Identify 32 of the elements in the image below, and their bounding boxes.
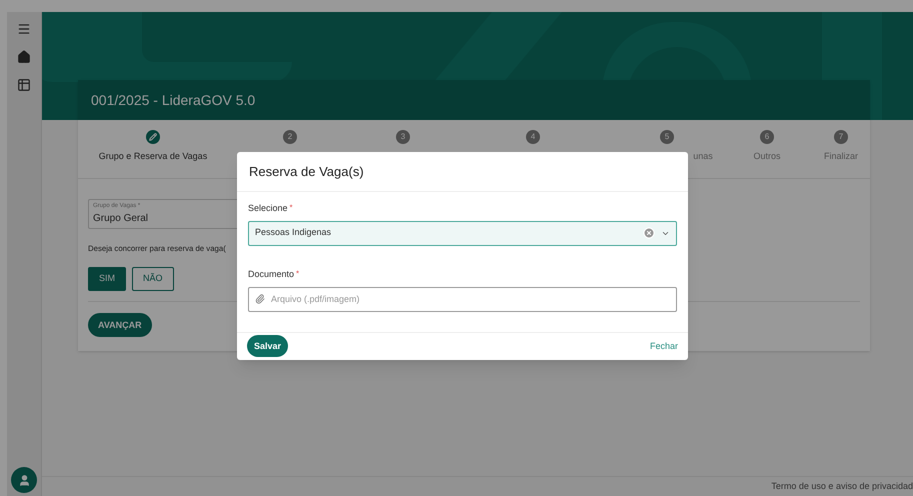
required-mark: * xyxy=(296,268,300,280)
step-number: 3 xyxy=(396,130,410,144)
step-label: Outros xyxy=(753,150,780,163)
step-number: 5 xyxy=(660,130,674,144)
close-link[interactable]: Fechar xyxy=(650,340,678,353)
step-number: 6 xyxy=(760,130,774,144)
step-number: 2 xyxy=(283,130,297,144)
required-mark: * xyxy=(290,202,293,214)
option-button[interactable]: SIM xyxy=(88,266,126,291)
select-label: Selecione xyxy=(248,202,288,215)
select-value: Pessoas Indigenas xyxy=(255,226,332,240)
save-button[interactable]: Salvar xyxy=(247,335,288,358)
step-label: Finalizar xyxy=(824,150,858,163)
user-avatar[interactable] xyxy=(11,467,37,493)
paperclip-icon xyxy=(255,294,265,304)
advance-button[interactable]: AVANÇAR xyxy=(88,313,152,338)
option-button[interactable]: NÃO xyxy=(132,266,174,291)
document-field[interactable]: Arquivo (.pdf/imagem) xyxy=(248,286,677,312)
document-label: Documento xyxy=(248,268,294,280)
card-title: 001/2025 - LideraGOV 5.0 xyxy=(91,90,256,110)
home-icon[interactable] xyxy=(17,50,31,64)
modal-title: Reserva de Vaga(s) xyxy=(249,162,364,181)
step-number: 4 xyxy=(526,130,540,144)
step-label: Grupo e Reserva de Vagas xyxy=(98,150,208,163)
table-icon[interactable] xyxy=(17,78,31,92)
menu-icon[interactable] xyxy=(17,22,31,36)
select-field[interactable]: Pessoas Indigenas xyxy=(248,220,677,246)
clear-icon[interactable] xyxy=(643,227,655,239)
step-label: unas xyxy=(693,150,713,163)
field-value: Grupo Geral xyxy=(93,212,148,226)
step-number: 7 xyxy=(834,130,848,144)
privacy-link[interactable]: Termo de uso e aviso de privacidad xyxy=(771,480,913,494)
